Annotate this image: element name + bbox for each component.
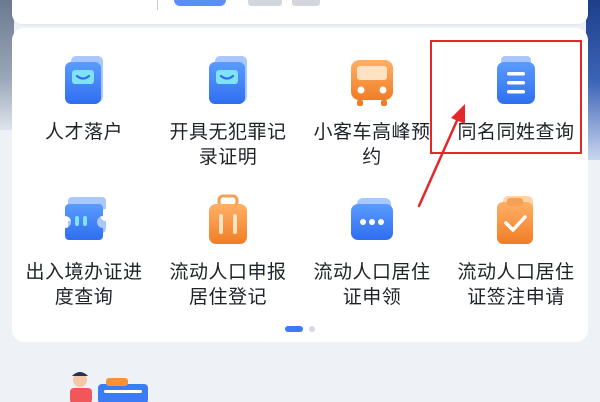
- top-divider: [157, 0, 158, 10]
- service-residence-registration[interactable]: 流动人口申报居住登记: [156, 188, 300, 328]
- top-text-remnant: [248, 0, 282, 6]
- service-label: 人才落户: [44, 121, 123, 143]
- person-clipboard-illustration-icon: [70, 372, 148, 402]
- service-talent-settlement[interactable]: 人才落户: [12, 48, 156, 188]
- top-tab-indicator: [174, 0, 226, 6]
- pager-dot[interactable]: [309, 326, 315, 332]
- luggage-icon: [209, 194, 247, 244]
- bus-icon: [351, 60, 393, 106]
- pager-dot-active[interactable]: [285, 326, 303, 332]
- top-card-remnant: [12, 0, 588, 24]
- service-label: 开具无犯罪记录证明: [169, 121, 287, 168]
- message-card-icon: [351, 198, 393, 240]
- id-card-icon: [65, 56, 103, 104]
- ticket-icon: [65, 197, 106, 240]
- check-clipboard-icon: [497, 196, 533, 244]
- service-label: 流动人口居住证签注申请: [457, 261, 575, 308]
- pager-dots[interactable]: [12, 326, 588, 332]
- annotation-arrow-icon: [417, 104, 465, 208]
- service-label: 出入境办证进度查询: [25, 261, 143, 308]
- certificate-icon: [209, 56, 247, 104]
- service-exit-entry-progress[interactable]: 出入境办证进度查询: [12, 188, 156, 328]
- service-label: 流动人口居住证申领: [313, 261, 431, 308]
- service-label: 流动人口申报居住登记: [169, 261, 287, 308]
- service-no-criminal-record[interactable]: 开具无犯罪记录证明: [156, 48, 300, 188]
- background-right-photo: [586, 0, 600, 160]
- top-text-remnant: [292, 0, 320, 6]
